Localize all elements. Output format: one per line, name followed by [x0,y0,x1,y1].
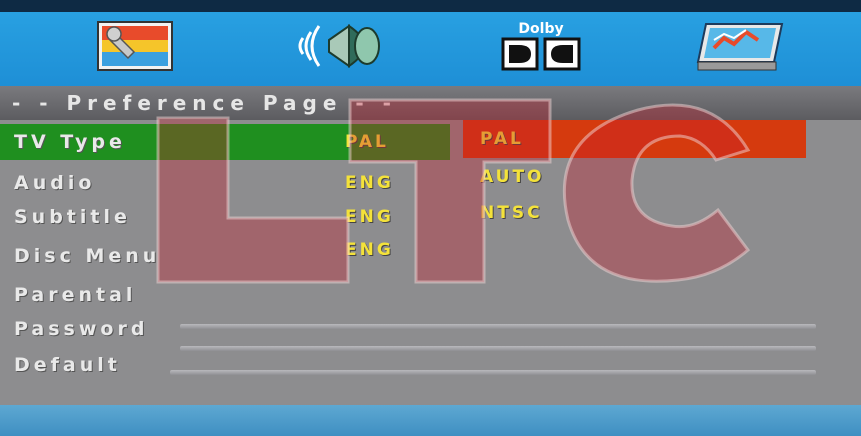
preference-icon [696,23,784,71]
menu-item-label: Default [14,354,121,376]
option-label: PAL [480,129,524,149]
top-edge [0,0,861,12]
menu-item-disc-menu[interactable]: Disc Menu ENG [0,240,460,271]
menu-item-label: Disc Menu [14,245,161,267]
menu-item-default[interactable]: Default [0,350,460,380]
separator-line [170,370,816,375]
menu-item-label: Subtitle [14,206,131,228]
menu-item-label: Password [14,318,149,340]
dvd-setup-screen: Dolby - - Preference Page - - TV Type PA… [0,0,861,436]
separator-line [180,324,816,329]
menu-item-tv-type[interactable]: TV Type PAL [0,127,460,157]
general-setup-icon[interactable] [94,18,178,74]
preference-setup-icon[interactable] [692,18,788,74]
dolby-label: Dolby [518,21,564,37]
menu-item-value: ENG [345,173,394,193]
menu-item-value: ENG [345,240,394,260]
menu-item-label: Parental [14,284,137,306]
speaker-icon [298,24,380,68]
menu-item-audio[interactable]: Audio ENG [0,168,460,198]
dolby-dd-icon [501,37,581,71]
menu-item-password[interactable]: Password [0,314,460,344]
option-ntsc[interactable]: NTSC [463,198,806,228]
separator-line [180,346,816,351]
menu-item-value: ENG [345,207,394,227]
menu-item-label: Audio [14,172,96,194]
dolby-setup-icon[interactable]: Dolby [497,18,585,74]
audio-setup-icon[interactable] [293,18,389,74]
option-label: NTSC [480,203,543,223]
menu-item-subtitle[interactable]: Subtitle ENG [0,202,460,232]
general-setup-icon-graphic [97,21,173,71]
page-title: - - Preference Page - - [12,91,397,115]
menu-item-label: TV Type [14,131,126,153]
option-pal[interactable]: PAL [463,124,806,154]
option-auto[interactable]: AUTO [463,162,806,192]
option-label: AUTO [480,167,545,187]
bottom-bar [0,405,861,436]
menu-item-value: PAL [345,132,389,152]
menu-item-parental[interactable]: Parental [0,280,460,310]
